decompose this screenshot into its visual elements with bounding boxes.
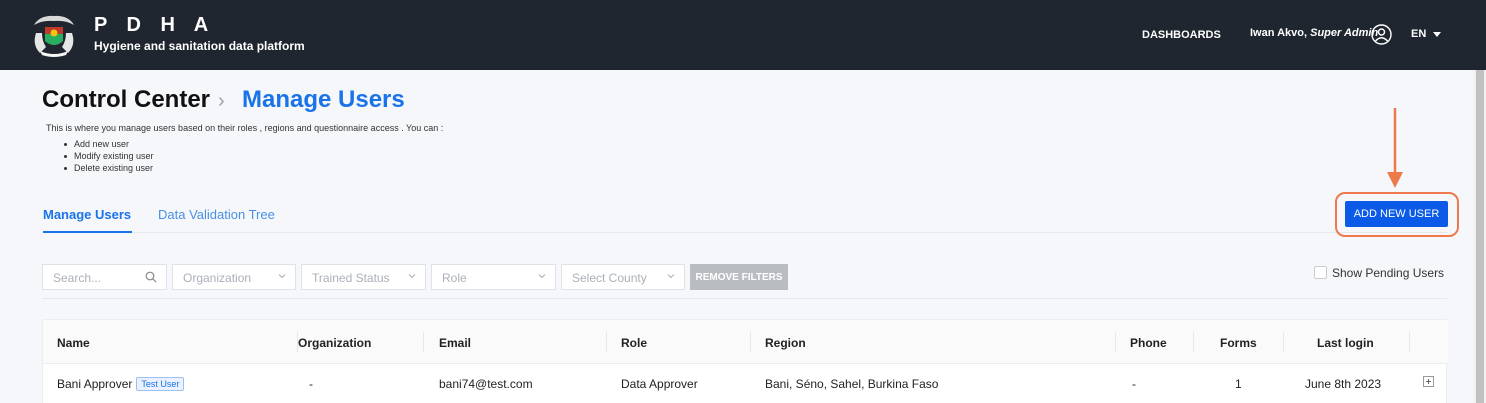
page-description: This is where you manage users based on … bbox=[46, 123, 444, 133]
users-table: Name Organization Email Role Region Phon… bbox=[42, 319, 1448, 403]
cell-region: Bani, Séno, Sahel, Burkina Faso bbox=[765, 377, 939, 391]
search-input[interactable]: Search... bbox=[42, 264, 167, 290]
column-header-name[interactable]: Name bbox=[57, 336, 90, 350]
list-item: Add new user bbox=[62, 138, 154, 150]
user-name: Iwan Akvo, bbox=[1250, 27, 1308, 39]
list-item: Modify existing user bbox=[62, 150, 154, 162]
app-subtitle: Hygiene and sanitation data platform bbox=[94, 39, 305, 53]
cell-organization: - bbox=[309, 377, 313, 391]
column-divider bbox=[423, 332, 424, 352]
role-select-label: Role bbox=[442, 271, 467, 285]
column-header-role[interactable]: Role bbox=[621, 336, 647, 350]
column-header-phone[interactable]: Phone bbox=[1130, 336, 1167, 350]
coat-of-arms-logo[interactable] bbox=[30, 11, 78, 59]
trained-status-select-label: Trained Status bbox=[312, 271, 390, 285]
tab-data-validation-tree[interactable]: Data Validation Tree bbox=[158, 207, 275, 222]
show-pending-users-checkbox[interactable] bbox=[1314, 266, 1327, 279]
tabs-divider bbox=[42, 232, 1447, 233]
search-icon[interactable] bbox=[145, 271, 157, 283]
add-new-user-button[interactable]: ADD NEW USER bbox=[1345, 201, 1448, 227]
column-divider bbox=[1115, 332, 1116, 352]
cell-role: Data Approver bbox=[621, 377, 698, 391]
column-header-region[interactable]: Region bbox=[765, 336, 806, 350]
user-circle-icon[interactable] bbox=[1371, 24, 1392, 45]
show-pending-users-label[interactable]: Show Pending Users bbox=[1332, 266, 1444, 280]
column-divider bbox=[750, 332, 751, 352]
cell-forms: 1 bbox=[1235, 377, 1242, 391]
county-select[interactable]: Select County bbox=[561, 264, 685, 290]
column-header-email[interactable]: Email bbox=[439, 336, 471, 350]
tab-manage-users[interactable]: Manage Users bbox=[43, 207, 131, 222]
county-select-label: Select County bbox=[572, 271, 647, 285]
column-divider bbox=[1193, 332, 1194, 352]
page-title: Manage Users bbox=[242, 86, 405, 113]
column-divider bbox=[1409, 332, 1410, 352]
organization-select-label: Organization bbox=[183, 271, 252, 285]
chevron-down-icon bbox=[278, 274, 286, 279]
column-header-forms[interactable]: Forms bbox=[1220, 336, 1257, 350]
chevron-down-icon bbox=[408, 274, 416, 279]
user-menu[interactable]: Iwan Akvo, Super Admin bbox=[1250, 27, 1378, 39]
capability-list: Add new user Modify existing user Delete… bbox=[62, 138, 154, 174]
organization-select[interactable]: Organization bbox=[172, 264, 296, 290]
column-header-organization[interactable]: Organization bbox=[298, 336, 371, 350]
cell-last-login: June 8th 2023 bbox=[1305, 377, 1382, 391]
cell-email: bani74@test.com bbox=[439, 377, 533, 391]
cell-name: Bani Approver Test User bbox=[57, 377, 185, 391]
search-placeholder: Search... bbox=[53, 271, 102, 285]
trained-status-select[interactable]: Trained Status bbox=[301, 264, 426, 290]
scrollbar-thumb[interactable] bbox=[1476, 70, 1484, 403]
user-role: Super Admin bbox=[1310, 27, 1379, 39]
list-item: Delete existing user bbox=[62, 162, 154, 174]
column-divider bbox=[606, 332, 607, 352]
expand-row-icon[interactable] bbox=[1423, 376, 1434, 387]
chevron-down-icon bbox=[538, 274, 546, 279]
app-title: P D H A bbox=[94, 14, 216, 36]
language-selector[interactable]: EN bbox=[1411, 28, 1426, 40]
chevron-down-icon bbox=[667, 274, 675, 279]
user-name-text: Bani Approver bbox=[57, 377, 133, 391]
table-header: Name Organization Email Role Region Phon… bbox=[43, 320, 1448, 364]
caret-down-icon[interactable] bbox=[1433, 32, 1441, 37]
nav-dashboards-link[interactable]: DASHBOARDS bbox=[1142, 29, 1221, 41]
column-divider bbox=[1283, 332, 1284, 352]
annotation-arrow-icon bbox=[1387, 108, 1403, 188]
cell-phone: - bbox=[1132, 377, 1136, 391]
breadcrumb-separator: › bbox=[218, 90, 225, 112]
test-user-badge: Test User bbox=[136, 377, 185, 391]
breadcrumb-control-center[interactable]: Control Center bbox=[42, 86, 210, 114]
active-tab-indicator bbox=[43, 231, 132, 233]
column-header-last-login[interactable]: Last login bbox=[1317, 336, 1374, 350]
remove-filters-button[interactable]: REMOVE FILTERS bbox=[690, 264, 788, 290]
role-select[interactable]: Role bbox=[431, 264, 556, 290]
filters-divider bbox=[42, 298, 1447, 299]
top-navigation-bar: P D H A Hygiene and sanitation data plat… bbox=[0, 0, 1486, 70]
